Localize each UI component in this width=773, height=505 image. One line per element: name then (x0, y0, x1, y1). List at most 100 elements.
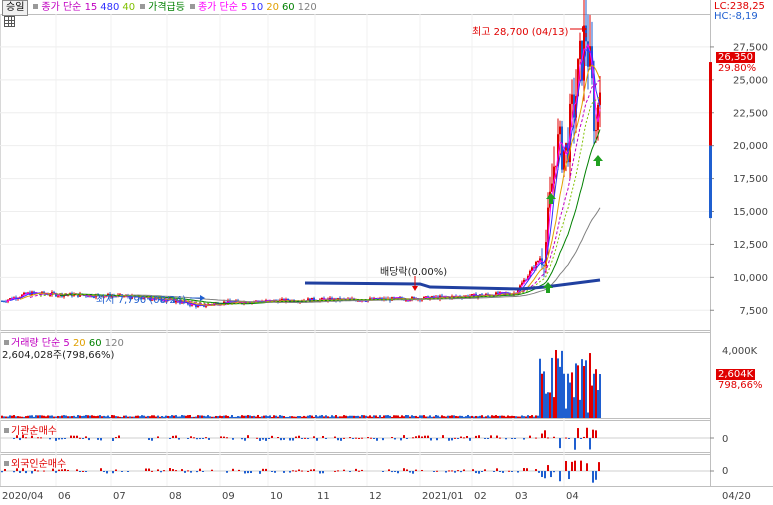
net-buy-bar (274, 471, 276, 473)
volume-bar (273, 415, 275, 418)
candle-body (93, 296, 95, 298)
net-buy-bar (427, 435, 429, 438)
volume-bar (387, 415, 389, 418)
volume-bar (99, 415, 101, 418)
net-buy-bar (574, 460, 576, 471)
net-buy-bar (115, 437, 117, 439)
net-buy-bar (43, 470, 45, 472)
grid-icon[interactable] (4, 16, 15, 27)
volume-bar (531, 415, 533, 418)
net-buy-bar (19, 471, 21, 473)
volume-bar (555, 349, 557, 418)
volume-bar (327, 416, 329, 418)
net-buy-bar (292, 470, 294, 472)
foreign-title-text: 외국인순매수 (11, 459, 67, 470)
volume-bar (373, 415, 375, 418)
volume-bar (271, 416, 273, 418)
volume-bar (451, 415, 453, 418)
net-buy-bar (592, 471, 594, 483)
net-buy-bar (205, 437, 207, 439)
net-buy-bar (292, 438, 294, 441)
net-buy-bar (76, 435, 78, 438)
volume-bar (131, 416, 133, 418)
volume-bar (159, 416, 161, 418)
volume-bar (19, 416, 21, 418)
net-buy-bar (523, 438, 525, 440)
volume-bar (59, 416, 61, 418)
volume-bar (281, 415, 283, 418)
volume-bar (15, 416, 17, 418)
volume-bar (583, 366, 585, 418)
volume-bar (83, 415, 85, 418)
volume-bar (91, 415, 93, 418)
net-buy-bar (241, 438, 243, 440)
net-buy-bar (265, 468, 267, 471)
net-buy-bar (421, 469, 423, 471)
volume-bar (503, 415, 505, 418)
net-buy-bar (484, 469, 486, 471)
net-buy-bar (334, 436, 336, 438)
stock-chart[interactable]: 27,50025,00022,50020,00017,50015,00012,5… (0, 0, 773, 505)
net-buy-bar (244, 471, 246, 474)
volume-bar (255, 416, 257, 418)
legend-ma5: 종가 단순 5 (197, 2, 248, 13)
net-buy-bar (547, 437, 549, 439)
net-buy-bar (415, 469, 417, 471)
volume-bar (547, 392, 549, 418)
volume-bar (587, 412, 589, 418)
net-buy-bar (238, 469, 240, 471)
net-buy-bar (565, 437, 567, 439)
net-buy-bar (313, 469, 315, 471)
volume-bar (221, 416, 223, 418)
volume-bar (445, 416, 447, 418)
volume-bar (285, 416, 287, 418)
net-buy-bar (553, 471, 555, 473)
net-buy-bar (574, 438, 576, 450)
net-buy-bar (376, 438, 378, 441)
net-buy-bar (538, 471, 540, 473)
volume-bar (371, 416, 373, 418)
net-buy-bar (352, 438, 354, 439)
volume-bar (49, 415, 51, 418)
volume-bar (469, 416, 471, 418)
volume-bar (137, 415, 139, 418)
volume-bar (473, 416, 475, 418)
volume-bar (541, 373, 543, 418)
volume-bar (77, 415, 79, 418)
volume-bar (31, 415, 33, 418)
net-buy-bar (412, 471, 414, 474)
volume-bar (431, 416, 433, 418)
volume-bar (497, 415, 499, 418)
net-buy-bar (55, 438, 57, 441)
net-buy-bar (337, 438, 339, 441)
net-buy-bar (169, 438, 171, 439)
volume-bar (257, 414, 259, 418)
net-buy-bar (493, 471, 495, 472)
volume-bar (333, 416, 335, 418)
volume-bar (321, 415, 323, 418)
net-buy-bar (283, 438, 285, 440)
net-buy-bar (103, 471, 105, 472)
main-legend: 승일 종가 단순 15 480 40 가격급등 종가 단순 5 10 20 60 120 (2, 0, 320, 16)
net-buy-bar (568, 438, 570, 439)
net-buy-bar (460, 436, 462, 438)
dividend-arrow-head (412, 286, 418, 291)
volume-bar (507, 415, 509, 418)
volume-bar (483, 416, 485, 418)
volume-bar (81, 416, 83, 418)
legend-surge: 가격급등 (148, 2, 185, 13)
volume-bar (467, 414, 469, 418)
volume-bar (201, 415, 203, 418)
net-buy-bar (502, 471, 504, 473)
net-buy-bar (448, 438, 450, 441)
net-buy-bar (268, 438, 270, 439)
volume-bar (171, 415, 173, 418)
x-tick-label: 04/20 (722, 491, 751, 502)
candle-body (563, 150, 565, 170)
stock-name-tab[interactable]: 승일 (2, 0, 29, 16)
net-buy-bar (499, 437, 501, 439)
net-buy-bar (271, 435, 273, 438)
net-buy-bar (451, 470, 453, 472)
volume-bar (543, 371, 545, 418)
net-buy-bar (151, 438, 153, 441)
